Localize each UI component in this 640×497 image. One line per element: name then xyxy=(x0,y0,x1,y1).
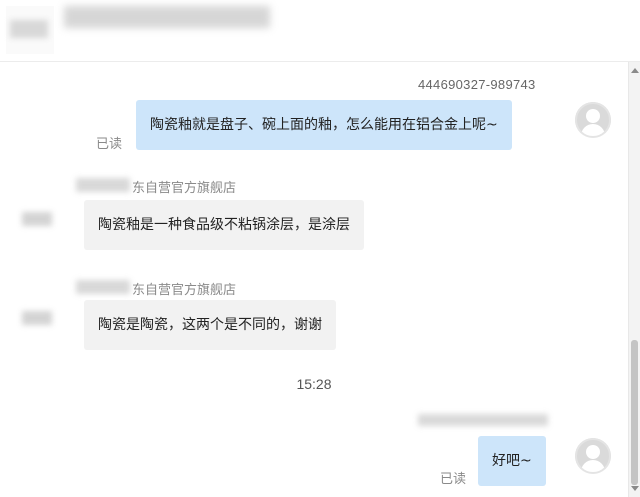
chevron-down-icon[interactable] xyxy=(631,486,639,491)
timestamp-divider: 15:28 xyxy=(296,376,332,392)
user-avatar-icon[interactable] xyxy=(575,438,611,474)
message-text: 好吧~ xyxy=(492,453,532,469)
scroll-thumb[interactable] xyxy=(631,340,638,485)
read-receipt: 已读 xyxy=(440,472,467,487)
contact-name-redacted xyxy=(64,6,270,28)
contact-avatar xyxy=(6,6,54,54)
message-text: 陶瓷是陶瓷，这两个是不同的，谢谢 xyxy=(98,317,322,333)
chevron-up-icon[interactable] xyxy=(631,68,639,73)
message-text: 陶瓷釉就是盘子、碗上面的釉，怎么能用在铝合金上呢~ xyxy=(150,117,498,133)
shop-avatar[interactable] xyxy=(22,311,52,325)
shop-name: 东自营官方旗舰店 xyxy=(132,181,237,196)
user-avatar-icon[interactable] xyxy=(575,102,611,138)
vertical-scrollbar[interactable] xyxy=(628,62,640,497)
message-text: 陶瓷釉是一种食品级不粘锅涂层，是涂层 xyxy=(98,217,350,233)
outgoing-message-bubble[interactable]: 好吧~ xyxy=(478,436,546,486)
message-list: 444690327-989743 陶瓷釉就是盘子、碗上面的釉，怎么能用在铝合金上… xyxy=(0,62,628,497)
shop-name-redacted xyxy=(76,178,130,192)
shop-avatar[interactable] xyxy=(22,212,52,226)
user-id-label: 444690327-989743 xyxy=(418,77,536,92)
shop-name-redacted xyxy=(76,280,130,294)
chat-header xyxy=(0,0,640,62)
sender-name-redacted xyxy=(418,414,548,426)
read-receipt: 已读 xyxy=(96,137,123,152)
outgoing-message-bubble[interactable]: 陶瓷釉就是盘子、碗上面的釉，怎么能用在铝合金上呢~ xyxy=(136,100,512,150)
incoming-message-bubble[interactable]: 陶瓷釉是一种食品级不粘锅涂层，是涂层 xyxy=(84,200,364,250)
shop-name: 东自营官方旗舰店 xyxy=(132,283,237,298)
incoming-message-bubble[interactable]: 陶瓷是陶瓷，这两个是不同的，谢谢 xyxy=(84,300,336,350)
